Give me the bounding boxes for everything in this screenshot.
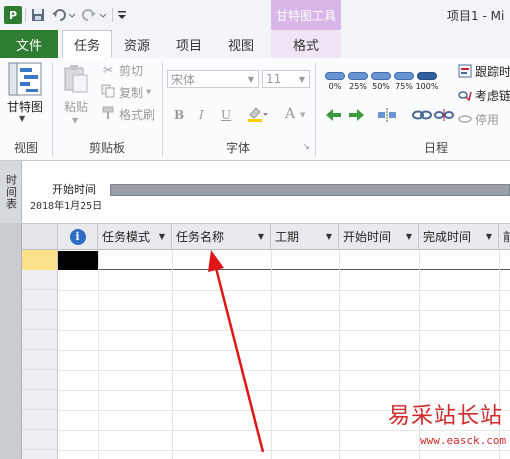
watermark-logo: 易采站长站 xyxy=(388,404,504,429)
watermark-url: www.easck.com xyxy=(420,434,507,447)
annotation-arrow xyxy=(208,250,265,453)
